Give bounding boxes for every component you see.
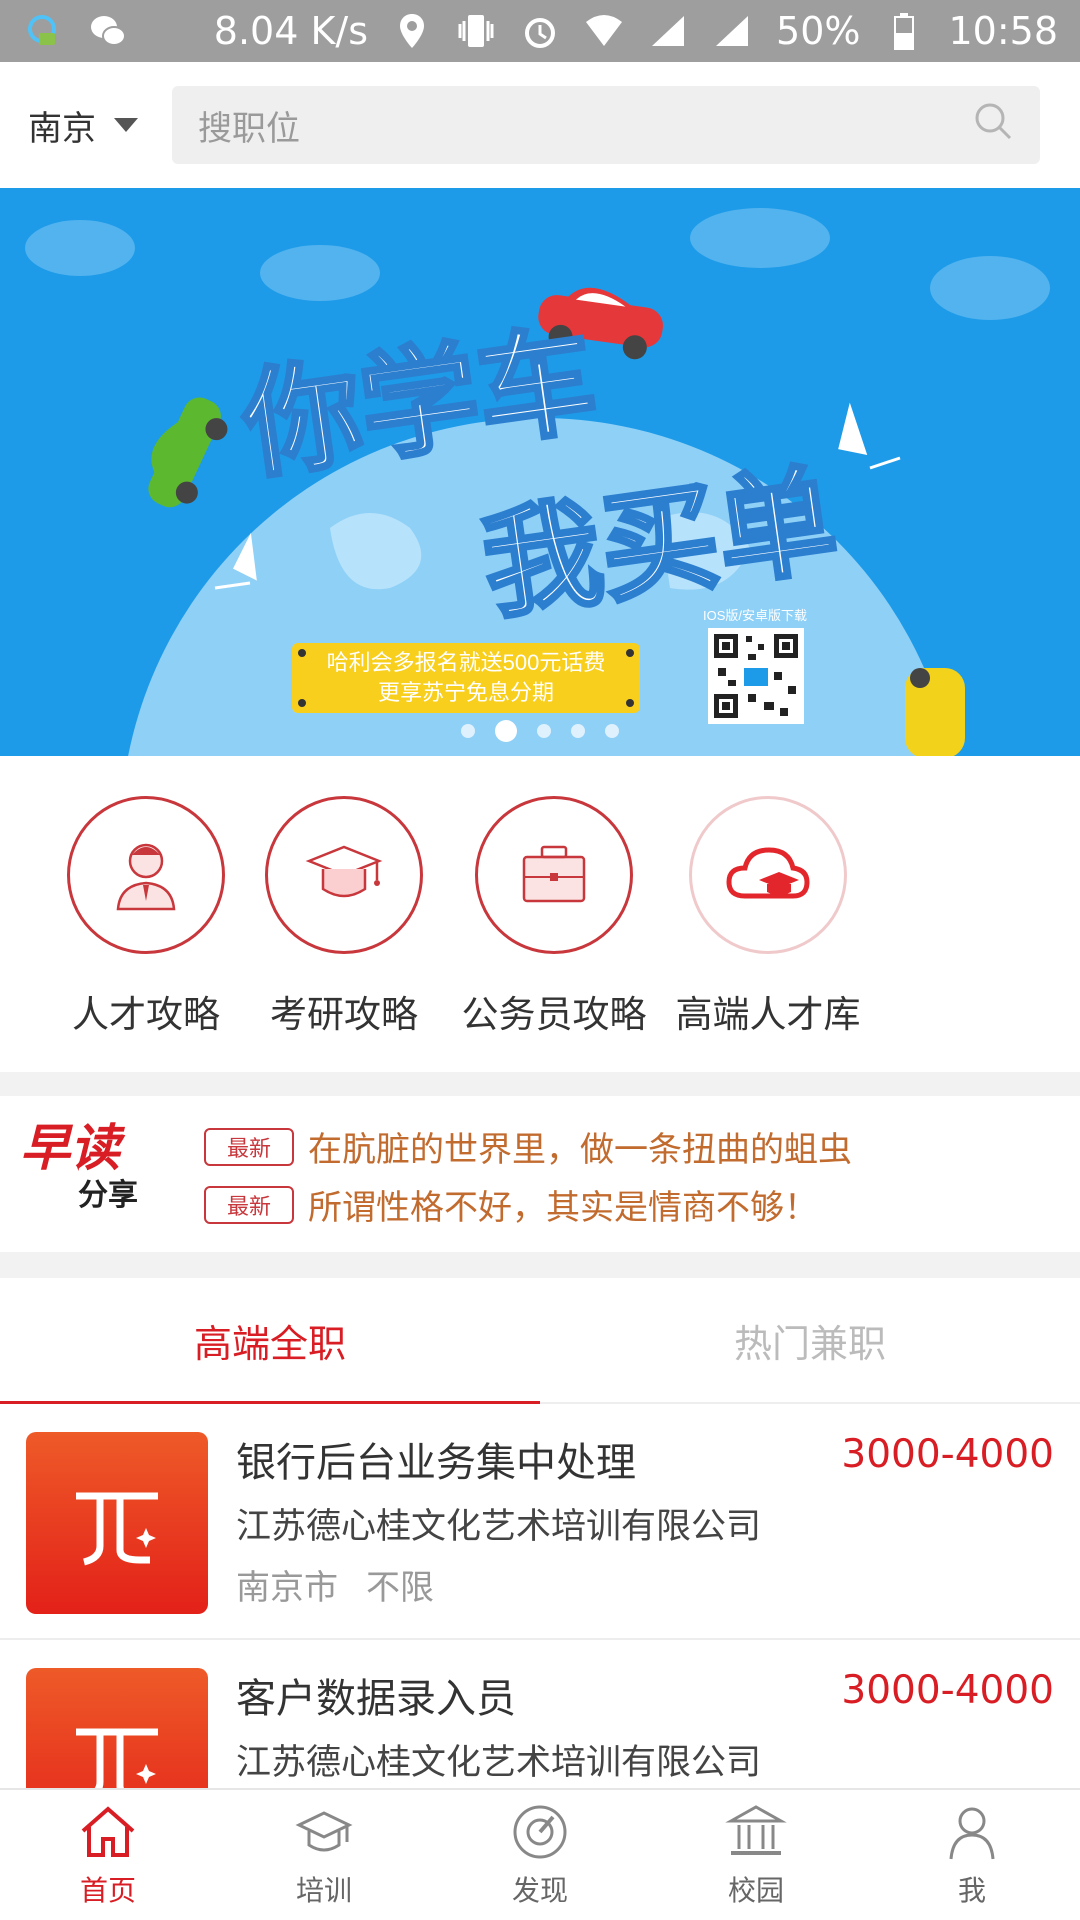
graduation-cap-icon [265,796,423,954]
news-item[interactable]: 最新 在肮脏的世界里，做一条扭曲的蛆虫 [204,1122,852,1171]
quick-item-civil-servant-guide[interactable]: 公务员攻略 [444,796,664,1038]
job-location: 南京市 [236,1568,338,1608]
quick-item-label: 高端人才库 [675,993,861,1036]
wifi-icon [584,11,624,51]
job-list-item[interactable]: 银行后台业务集中处理 3000-4000 江苏德心桂文化艺术培训有限公司 南京市… [0,1404,1080,1640]
home-icon [81,1806,135,1857]
job-company: 江苏德心桂文化艺术培训有限公司 [236,1507,762,1547]
job-list: 银行后台业务集中处理 3000-4000 江苏德心桂文化艺术培训有限公司 南京市… [0,1404,1080,1788]
section-divider [0,1252,1080,1278]
new-badge: 最新 [204,1127,294,1166]
job-title: 客户数据录入员 [236,1676,516,1722]
tab-label: 发现 [511,1874,568,1907]
tab-label: 校园 [727,1874,784,1907]
location-icon [392,11,432,51]
quick-item-talent-guide[interactable]: 人才攻略 [36,796,256,1038]
promo-banner[interactable]: 你学车 我买单 哈利会多报名就送500元话费 更享苏宁免息分期 IOS版/安卓版… [0,188,1080,756]
tab-campus[interactable]: 校园 [648,1790,864,1920]
signal-2-icon [712,11,752,51]
company-logo-icon [26,1668,208,1788]
yellow-car [905,668,965,756]
clock: 10:58 [948,9,1058,53]
section-divider [0,1072,1080,1096]
person-tie-icon [67,796,225,954]
job-meta: 南京市 不限 [236,1560,434,1609]
city-selector[interactable]: 南京 [0,101,172,150]
job-salary: 3000-4000 [841,1668,1054,1713]
job-list-item[interactable]: 客户数据录入员 3000-4000 江苏德心桂文化艺术培训有限公司 [0,1640,1080,1788]
city-label: 南京 [28,108,96,149]
news-headline[interactable]: 所谓性格不好，其实是情商不够！ [308,1180,818,1229]
network-speed: 8.04 K/s [213,9,369,53]
battery-percent: 50% [776,9,861,53]
company-logo-icon [26,1432,208,1614]
wechat-icon [88,11,128,51]
alarm-icon [520,11,560,51]
training-cap-icon [295,1811,353,1852]
carousel-dot[interactable] [571,724,585,738]
carousel-dot[interactable] [605,724,619,738]
tab-fulltime[interactable]: 高端全职 [0,1278,540,1404]
tab-label: 我 [957,1874,986,1907]
quick-item-postgrad-guide[interactable]: 考研攻略 [234,796,454,1038]
carousel-dots[interactable] [0,720,1080,742]
vibrate-icon [456,11,496,51]
quick-item-label: 公务员攻略 [461,993,647,1036]
qr-caption: IOS版/安卓版下载 [703,608,807,623]
new-badge: 最新 [204,1185,294,1224]
user-icon [949,1807,995,1860]
quick-item-talent-pool[interactable]: 高端人才库 [638,796,898,1038]
news-item[interactable]: 最新 所谓性格不好，其实是情商不够！ [204,1180,818,1229]
campus-building-icon [725,1805,787,1855]
qr-code-icon [708,628,804,724]
tab-discover[interactable]: 发现 [432,1790,648,1920]
signal-icon [648,11,688,51]
morning-read-logo[interactable]: 早读 分享 [20,1118,170,1226]
headset-notification-icon [22,11,62,51]
top-header: 南京 搜职位 [0,62,1080,188]
job-company: 江苏德心桂文化艺术培训有限公司 [236,1743,762,1783]
dropdown-caret-icon [114,118,138,132]
app-screen: 8.04 K/s 50% 10:58 南京 搜职位 你学车 我买单 哈利会多报名… [0,0,1080,1920]
tab-home[interactable]: 首页 [0,1790,216,1920]
carousel-dot-active[interactable] [495,720,517,742]
tab-training[interactable]: 培训 [216,1790,432,1920]
quick-access-grid: 人才攻略 考研攻略 公务员攻略 高端人才库 [0,756,1080,1072]
bottom-tab-bar: 首页 培训 发现 校园 我 [0,1788,1080,1920]
news-headline[interactable]: 在肮脏的世界里，做一条扭曲的蛆虫 [308,1122,852,1171]
tab-me[interactable]: 我 [864,1790,1080,1920]
battery-icon [884,11,924,51]
tab-parttime[interactable]: 热门兼职 [540,1278,1080,1402]
search-input[interactable]: 搜职位 [172,86,1040,164]
tab-label: 培训 [295,1874,352,1907]
job-category-tabs: 高端全职 热门兼职 [0,1278,1080,1404]
morning-read-news: 早读 分享 最新 在肮脏的世界里，做一条扭曲的蛆虫 最新 所谓性格不好，其实是情… [0,1096,1080,1252]
search-icon[interactable] [972,100,1014,151]
quick-item-label: 人才攻略 [72,993,220,1036]
compass-icon [513,1805,567,1859]
job-salary: 3000-4000 [841,1432,1054,1477]
green-car [148,397,228,508]
job-requirement: 不限 [366,1568,434,1608]
cloud-cap-icon [689,796,847,954]
carousel-dot[interactable] [461,724,475,738]
banner-illustration: 你学车 我买单 哈利会多报名就送500元话费 更享苏宁免息分期 IOS版/安卓版… [25,208,1050,756]
logo-text-top: 早读 [20,1118,120,1177]
quick-item-label: 考研攻略 [270,993,418,1036]
carousel-dot[interactable] [537,724,551,738]
logo-text-bottom: 分享 [78,1178,138,1213]
status-bar: 8.04 K/s 50% 10:58 [0,0,1080,62]
search-placeholder: 搜职位 [198,108,300,149]
briefcase-icon [475,796,633,954]
banner-promo-1: 哈利会多报名就送500元话费 [327,650,606,675]
banner-promo-2: 更享苏宁免息分期 [378,680,554,705]
job-title: 银行后台业务集中处理 [236,1440,636,1486]
tab-label: 首页 [79,1874,136,1907]
